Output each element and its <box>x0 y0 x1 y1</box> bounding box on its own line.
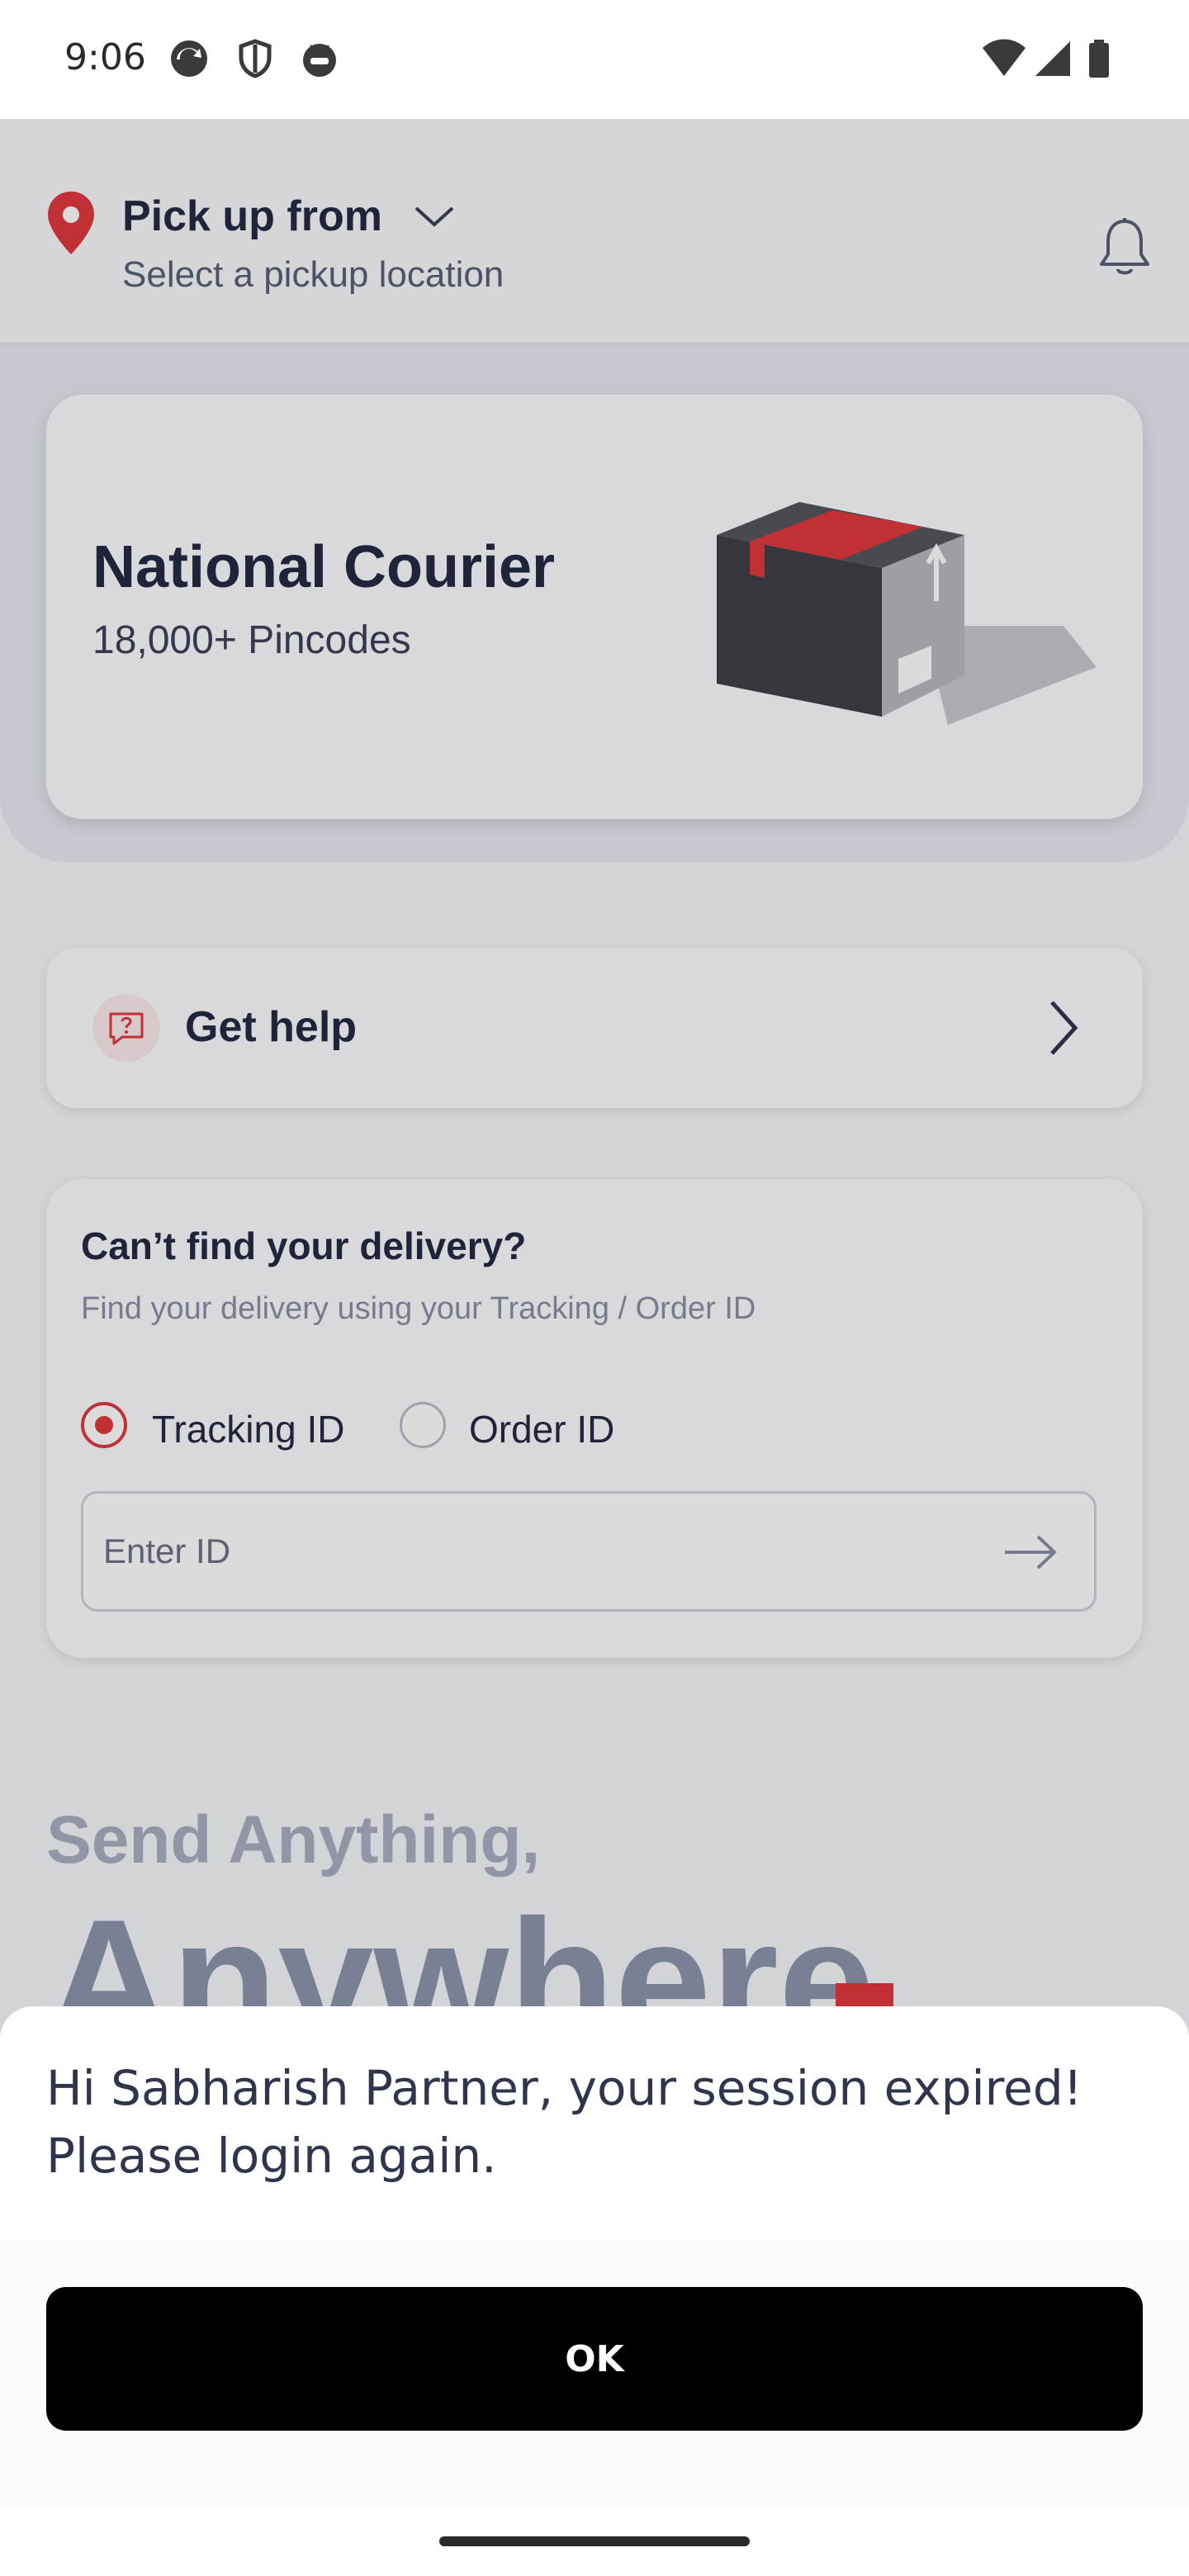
track-title: Can’t find your delivery? <box>81 1224 527 1267</box>
order-id-radio[interactable] <box>400 1402 446 1448</box>
arrow-right-icon[interactable] <box>1002 1532 1059 1573</box>
sync-app-icon <box>171 40 207 77</box>
id-input-field[interactable] <box>81 1491 1097 1612</box>
get-help-label: Get help <box>185 1003 358 1051</box>
help-chat-icon <box>109 1012 144 1045</box>
tracking-id-label[interactable]: Tracking ID <box>152 1407 344 1451</box>
courier-title: National Courier <box>92 534 556 600</box>
parcel-box-illustration <box>717 502 1097 725</box>
wifi-icon <box>983 39 1026 76</box>
notification-bell-icon[interactable] <box>1098 216 1151 279</box>
ok-button[interactable]: OK <box>46 2287 1143 2431</box>
status-bar: 9:06 <box>0 0 1189 119</box>
help-icon-badge <box>92 994 160 1062</box>
session-expired-sheet: Hi Sabharish Partner, your session expir… <box>0 2006 1189 2507</box>
chevron-right-icon <box>1050 1001 1078 1055</box>
slogan-line-1: Send Anything, <box>46 1802 541 1878</box>
session-expired-message: Hi Sabharish Partner, your session expir… <box>46 2060 1082 2184</box>
track-subtitle: Find your delivery using your Tracking /… <box>81 1291 756 1326</box>
pickup-title[interactable]: Pick up from <box>122 192 382 241</box>
battery-icon <box>1089 40 1109 78</box>
sheet-message-area: Hi Sabharish Partner, your session expir… <box>0 2006 1189 2241</box>
cell-signal-icon <box>1035 41 1070 76</box>
pickup-location-placeholder[interactable]: Select a pickup location <box>122 254 504 296</box>
national-courier-card[interactable]: National Courier 18,000+ Pincodes <box>46 395 1143 819</box>
order-id-label[interactable]: Order ID <box>469 1407 614 1451</box>
location-pin-icon <box>48 192 94 254</box>
status-time: 9:06 <box>64 36 146 78</box>
courier-subtitle: 18,000+ Pincodes <box>92 618 411 662</box>
tracking-id-radio[interactable] <box>81 1402 127 1448</box>
track-delivery-card: Can’t find your delivery? Find your deli… <box>46 1179 1143 1658</box>
id-input[interactable] <box>102 1494 977 1609</box>
pickup-header[interactable]: Pick up from Select a pickup location <box>0 119 1189 345</box>
home-indicator[interactable] <box>439 2536 750 2546</box>
cat-app-icon <box>303 44 336 77</box>
chevron-down-icon[interactable] <box>413 201 456 231</box>
shield-icon <box>239 39 272 78</box>
get-help-card[interactable]: Get help <box>46 948 1143 1108</box>
slogan-accent-dash <box>836 1983 893 2006</box>
